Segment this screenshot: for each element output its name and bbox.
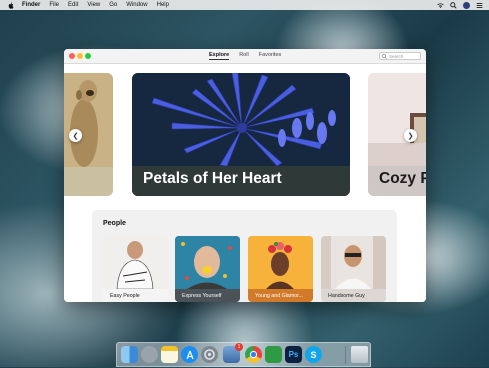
card-caption-band: [64, 167, 113, 196]
menu-go[interactable]: Go: [109, 2, 117, 8]
section-heading: People: [103, 220, 126, 227]
cozy-interior-image: [368, 73, 426, 166]
menu-window[interactable]: Window: [126, 2, 147, 8]
launchpad-icon[interactable]: [141, 346, 158, 363]
chevron-right-icon: ❯: [407, 132, 414, 140]
person-photo: [103, 236, 168, 290]
close-window-button[interactable]: [69, 53, 75, 59]
explore-content: Petals of Her Heart Cozy P ❮ ❯ People Ea…: [64, 64, 426, 302]
minimize-window-button[interactable]: [77, 53, 83, 59]
apple-icon[interactable]: [8, 1, 14, 9]
photoshop-icon[interactable]: Ps: [285, 346, 302, 363]
people-card-label: Express Yourself: [175, 289, 240, 302]
search-input[interactable]: Search: [379, 52, 421, 60]
meerkat-image: [64, 73, 113, 167]
trash-icon[interactable]: [351, 346, 368, 363]
chrome-icon[interactable]: [245, 346, 262, 363]
wifi-icon[interactable]: [437, 2, 444, 9]
title-bar: Explore Roll Favorites Search: [64, 49, 426, 64]
menu-app-name[interactable]: Finder: [22, 2, 40, 8]
person-photo: [248, 236, 313, 289]
people-card-label: Handsome Guy: [321, 289, 386, 302]
tab-roll[interactable]: Roll: [239, 52, 248, 60]
featured-card-next[interactable]: Cozy P: [368, 73, 426, 196]
featured-card-main[interactable]: Petals of Her Heart: [132, 73, 350, 196]
menu-view[interactable]: View: [87, 2, 100, 8]
user-avatar-icon[interactable]: [463, 1, 470, 9]
search-icon: [382, 54, 387, 59]
agapanthus-flower-image: [132, 73, 350, 167]
dock-separator: [345, 346, 346, 364]
menu-edit[interactable]: Edit: [68, 2, 78, 8]
carousel-next-button[interactable]: ❯: [404, 129, 417, 142]
people-card-easy-people[interactable]: Easy People: [103, 236, 168, 302]
menu-extras: [437, 1, 483, 9]
person-photo: [321, 236, 386, 289]
zoom-window-button[interactable]: [85, 53, 91, 59]
chevron-left-icon: ❮: [72, 132, 79, 140]
evernote-icon[interactable]: [265, 346, 282, 363]
people-card-express-yourself[interactable]: Express Yourself: [175, 236, 240, 302]
people-section: People Easy People Express Yourself Youn…: [92, 210, 397, 302]
carousel-previous-button[interactable]: ❮: [69, 129, 82, 142]
notification-center-icon[interactable]: [476, 2, 483, 9]
people-card-label: Young and Glamor...: [248, 289, 313, 302]
tab-bar: Explore Roll Favorites: [209, 52, 281, 60]
menu-help[interactable]: Help: [157, 2, 169, 8]
people-card-label: Easy People: [103, 289, 168, 302]
menu-bar: Finder File Edit View Go Window Help: [0, 0, 489, 10]
menu-file[interactable]: File: [49, 2, 59, 8]
dock: 1 Ps S: [116, 342, 371, 367]
notes-icon[interactable]: [161, 346, 178, 363]
tab-favorites[interactable]: Favorites: [259, 52, 282, 60]
skype-icon[interactable]: S: [305, 346, 322, 363]
app-store-icon[interactable]: [181, 346, 198, 363]
people-card-young-and-glamorous[interactable]: Young and Glamor...: [248, 236, 313, 302]
person-photo: [175, 236, 240, 289]
featured-title-next: Cozy P: [379, 170, 426, 187]
spotlight-icon[interactable]: [450, 1, 457, 9]
search-placeholder: Search: [389, 53, 404, 59]
finder-icon[interactable]: [121, 346, 138, 363]
featured-title: Petals of Her Heart: [143, 170, 282, 187]
people-card-handsome-guy[interactable]: Handsome Guy: [321, 236, 386, 302]
system-preferences-icon[interactable]: [201, 346, 218, 363]
notification-badge: 1: [235, 343, 243, 351]
tab-explore[interactable]: Explore: [209, 52, 230, 60]
app-window: Explore Roll Favorites Search Petals of …: [64, 49, 426, 302]
